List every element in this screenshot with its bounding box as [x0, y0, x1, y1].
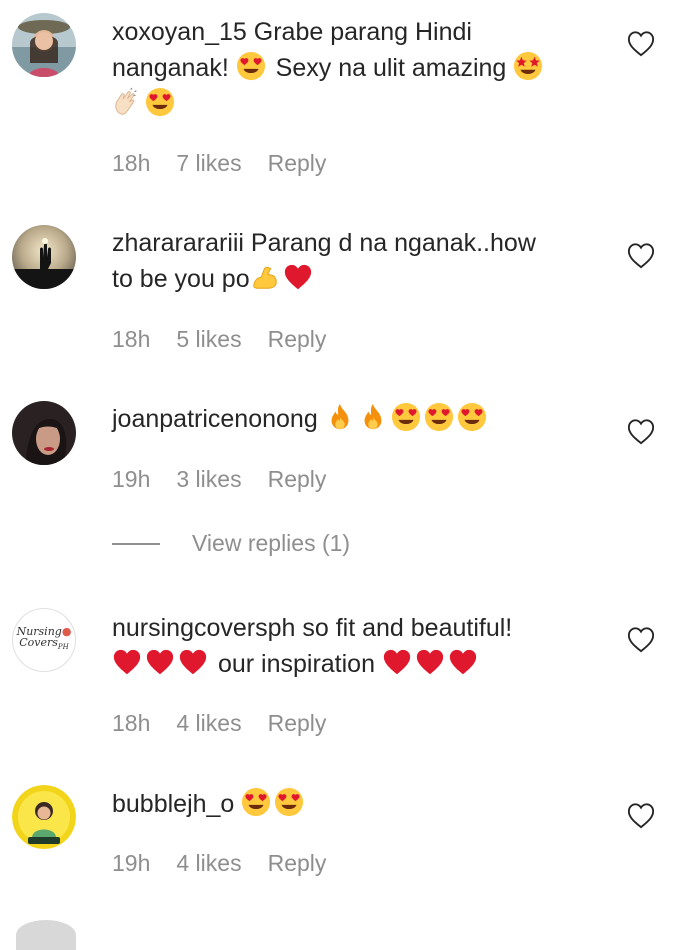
comment-username[interactable]: joanpatricenonong	[112, 405, 318, 433]
comment-likes[interactable]: 5 likes	[176, 326, 241, 353]
heart-eyes-emoji-icon	[274, 787, 304, 817]
view-replies-label[interactable]: View replies (1)	[192, 530, 350, 557]
comment-time: 18h	[112, 710, 151, 736]
avatar[interactable]	[12, 401, 76, 465]
comment-meta: 19h 3 likes Reply	[112, 466, 326, 493]
comment-likes[interactable]: 4 likes	[176, 710, 241, 737]
comment-likes[interactable]: 7 likes	[176, 150, 241, 177]
comment-time: 19h	[112, 466, 151, 492]
reply-button[interactable]: Reply	[268, 150, 327, 177]
comment-body: nanganak!	[112, 54, 236, 82]
reply-button[interactable]: Reply	[268, 466, 327, 493]
comment-text: xoxoyan_15 Grabe parang Hindi nanganak! …	[112, 14, 612, 122]
like-heart-icon[interactable]	[626, 29, 656, 57]
comment-time: 18h	[112, 150, 151, 176]
red-heart-emoji-icon	[415, 647, 445, 677]
star-struck-emoji-icon	[513, 51, 543, 81]
comment-time: 19h	[112, 850, 151, 876]
avatar[interactable]	[16, 920, 76, 950]
red-heart-emoji-icon	[382, 647, 412, 677]
flexed-biceps-emoji-icon	[250, 262, 280, 292]
avatar[interactable]	[12, 785, 76, 849]
heart-eyes-emoji-icon	[391, 402, 421, 432]
comment-text: nursingcoversph so fit and beautiful! ou…	[112, 610, 612, 682]
like-heart-icon[interactable]	[626, 801, 656, 829]
comment-meta: 18h 4 likes Reply	[112, 710, 326, 737]
comment-text: zharararariii Parang d na nganak..how to…	[112, 225, 612, 297]
avatar[interactable]: Nursing● CoversPH	[12, 608, 76, 672]
comment-body: so fit and beautiful!	[295, 614, 513, 642]
reply-button[interactable]: Reply	[268, 850, 327, 877]
red-heart-emoji-icon	[178, 647, 208, 677]
comment-username[interactable]: bubblejh_o	[112, 790, 234, 818]
avatar-photo-icon	[12, 401, 76, 465]
comment-text: bubblejh_o	[112, 786, 612, 822]
like-heart-icon[interactable]	[626, 417, 656, 445]
heart-eyes-emoji-icon	[424, 402, 454, 432]
avatar-photo-icon	[12, 13, 76, 77]
reply-button[interactable]: Reply	[268, 326, 327, 353]
comment-meta: 18h 7 likes Reply	[112, 150, 326, 177]
comment-body: Parang d na nganak..how	[243, 229, 536, 257]
avatar-photo-icon	[12, 225, 76, 289]
fire-emoji-icon	[325, 402, 355, 432]
comment-meta: 19h 4 likes Reply	[112, 850, 326, 877]
nursingcovers-logo: Nursing● CoversPH	[16, 625, 72, 652]
divider-line	[112, 542, 160, 545]
heart-eyes-emoji-icon	[457, 402, 487, 432]
heart-eyes-emoji-icon	[145, 87, 175, 117]
heart-eyes-emoji-icon	[241, 787, 271, 817]
comment-meta: 18h 5 likes Reply	[112, 326, 326, 353]
comment-username[interactable]: xoxoyan_15	[112, 18, 247, 46]
comment-likes[interactable]: 4 likes	[176, 850, 241, 877]
reply-button[interactable]: Reply	[268, 710, 327, 737]
heart-eyes-emoji-icon	[236, 51, 266, 81]
comment-body: Sexy na ulit amazing	[268, 54, 514, 82]
like-heart-icon[interactable]	[626, 625, 656, 653]
avatar-photo-icon	[12, 785, 76, 849]
comment-likes[interactable]: 3 likes	[176, 466, 241, 493]
comment-time: 18h	[112, 326, 151, 352]
avatar[interactable]	[12, 225, 76, 289]
red-heart-emoji-icon	[145, 647, 175, 677]
comment-username[interactable]: nursingcoversph	[112, 614, 295, 642]
red-heart-emoji-icon	[283, 262, 313, 292]
fire-emoji-icon	[358, 402, 388, 432]
comment-username[interactable]: zharararariii	[112, 229, 244, 257]
avatar[interactable]	[12, 13, 76, 77]
comment-body: Grabe parang Hindi	[246, 18, 472, 46]
view-replies-button[interactable]: View replies (1)	[112, 530, 350, 557]
clapping-hands-emoji-icon	[112, 87, 142, 117]
comment-body: to be you po	[112, 265, 250, 293]
logo-text: Covers	[19, 636, 58, 650]
red-heart-emoji-icon	[112, 647, 142, 677]
comment-body: our inspiration	[211, 650, 382, 678]
comment-text: joanpatricenonong	[112, 401, 612, 437]
logo-text: PH	[57, 643, 69, 652]
red-heart-emoji-icon	[448, 647, 478, 677]
like-heart-icon[interactable]	[626, 241, 656, 269]
